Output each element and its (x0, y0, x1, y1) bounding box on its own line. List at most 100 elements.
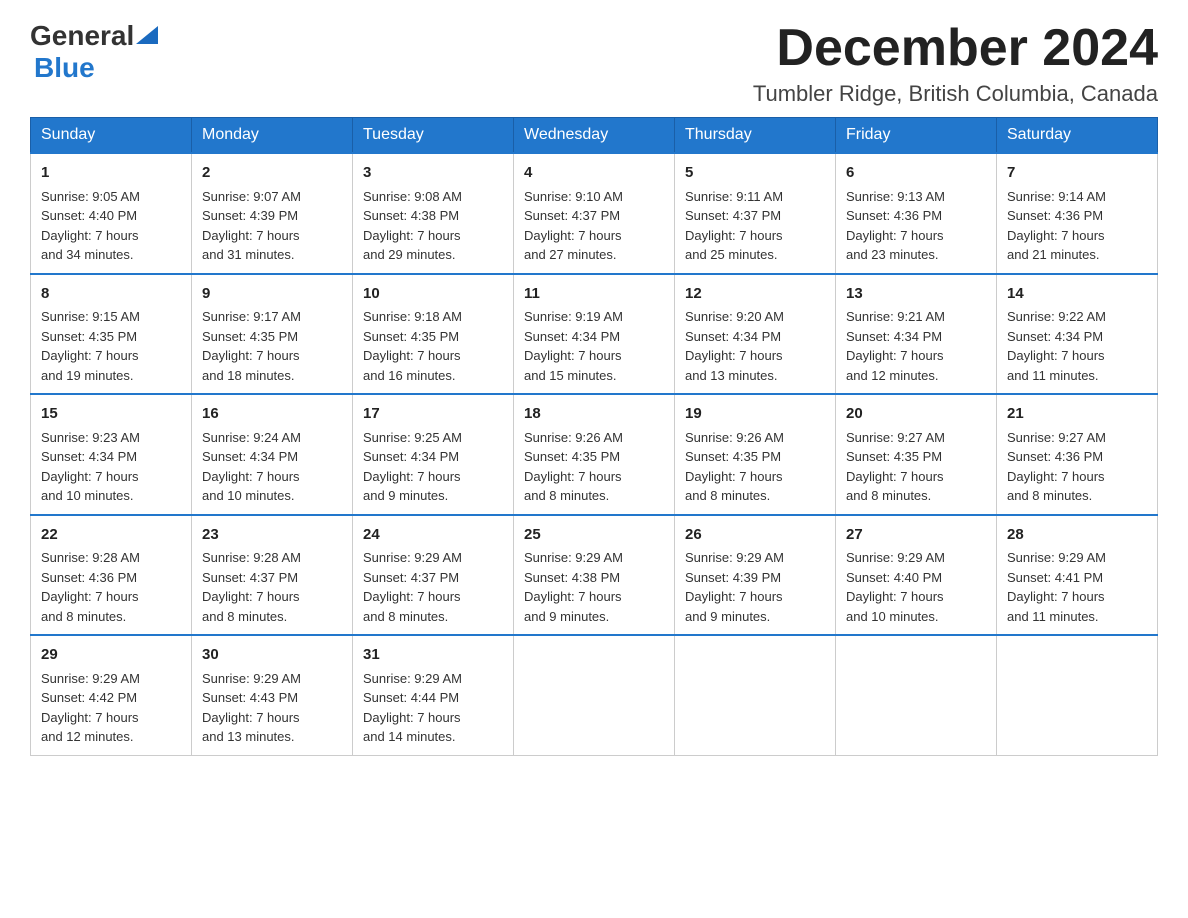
calendar-week-row: 8 Sunrise: 9:15 AMSunset: 4:35 PMDaylight… (31, 274, 1158, 395)
calendar-cell: 18 Sunrise: 9:26 AMSunset: 4:35 PMDayligh… (514, 394, 675, 515)
day-number: 14 (1007, 283, 1147, 306)
calendar-cell: 14Sunrise: 9:22 AMSunset: 4:34 PMDayligh… (997, 274, 1158, 395)
sunrise-info: Sunrise: 9:19 AMSunset: 4:34 PMDaylight:… (524, 309, 623, 383)
day-number: 20 (846, 403, 986, 426)
sunrise-info: Sunrise: 9:29 AMSunset: 4:44 PMDaylight:… (363, 671, 462, 745)
calendar-cell: 25Sunrise: 9:29 AMSunset: 4:38 PMDayligh… (514, 515, 675, 636)
calendar-week-row: 15 Sunrise: 9:23 AMSunset: 4:34 PMDayligh… (31, 394, 1158, 515)
day-number: 11 (524, 283, 664, 306)
day-number: 4 (524, 162, 664, 185)
day-number: 18 (524, 403, 664, 426)
calendar-cell: 16 Sunrise: 9:24 AMSunset: 4:34 PMDayligh… (192, 394, 353, 515)
day-number: 26 (685, 524, 825, 547)
day-number: 7 (1007, 162, 1147, 185)
calendar-cell: 23 Sunrise: 9:28 AMSunset: 4:37 PMDayligh… (192, 515, 353, 636)
calendar-cell: 7 Sunrise: 9:14 AMSunset: 4:36 PMDaylight… (997, 153, 1158, 274)
logo: General Blue (30, 20, 158, 84)
calendar-cell: 2 Sunrise: 9:07 AMSunset: 4:39 PMDaylight… (192, 153, 353, 274)
day-number: 3 (363, 162, 503, 185)
calendar-cell: 29Sunrise: 9:29 AMSunset: 4:42 PMDayligh… (31, 635, 192, 755)
sunrise-info: Sunrise: 9:24 AMSunset: 4:34 PMDaylight:… (202, 430, 301, 504)
title-section: December 2024 Tumbler Ridge, British Col… (753, 20, 1158, 107)
sunrise-info: Sunrise: 9:07 AMSunset: 4:39 PMDaylight:… (202, 189, 301, 263)
calendar-cell: 19 Sunrise: 9:26 AMSunset: 4:35 PMDayligh… (675, 394, 836, 515)
weekday-header-tuesday: Tuesday (353, 118, 514, 154)
day-number: 28 (1007, 524, 1147, 547)
day-number: 27 (846, 524, 986, 547)
weekday-header-thursday: Thursday (675, 118, 836, 154)
sunrise-info: Sunrise: 9:29 AMSunset: 4:38 PMDaylight:… (524, 550, 623, 624)
calendar-cell: 21 Sunrise: 9:27 AMSunset: 4:36 PMDayligh… (997, 394, 1158, 515)
calendar-cell: 31 Sunrise: 9:29 AMSunset: 4:44 PMDayligh… (353, 635, 514, 755)
calendar-cell: 12 Sunrise: 9:20 AMSunset: 4:34 PMDayligh… (675, 274, 836, 395)
sunrise-info: Sunrise: 9:28 AMSunset: 4:36 PMDaylight:… (41, 550, 140, 624)
day-number: 2 (202, 162, 342, 185)
calendar-cell: 1 Sunrise: 9:05 AMSunset: 4:40 PMDaylight… (31, 153, 192, 274)
day-number: 1 (41, 162, 181, 185)
logo-blue-text: Blue (34, 52, 95, 84)
sunrise-info: Sunrise: 9:05 AMSunset: 4:40 PMDaylight:… (41, 189, 140, 263)
sunrise-info: Sunrise: 9:29 AMSunset: 4:39 PMDaylight:… (685, 550, 784, 624)
sunrise-info: Sunrise: 9:29 AMSunset: 4:41 PMDaylight:… (1007, 550, 1106, 624)
day-number: 5 (685, 162, 825, 185)
calendar-cell: 17Sunrise: 9:25 AMSunset: 4:34 PMDayligh… (353, 394, 514, 515)
calendar-cell: 26 Sunrise: 9:29 AMSunset: 4:39 PMDayligh… (675, 515, 836, 636)
calendar-cell: 15 Sunrise: 9:23 AMSunset: 4:34 PMDayligh… (31, 394, 192, 515)
sunrise-info: Sunrise: 9:18 AMSunset: 4:35 PMDaylight:… (363, 309, 462, 383)
calendar-cell: 4 Sunrise: 9:10 AMSunset: 4:37 PMDaylight… (514, 153, 675, 274)
weekday-header-wednesday: Wednesday (514, 118, 675, 154)
sunrise-info: Sunrise: 9:17 AMSunset: 4:35 PMDaylight:… (202, 309, 301, 383)
calendar-week-row: 22 Sunrise: 9:28 AMSunset: 4:36 PMDayligh… (31, 515, 1158, 636)
calendar-cell: 10 Sunrise: 9:18 AMSunset: 4:35 PMDayligh… (353, 274, 514, 395)
day-number: 16 (202, 403, 342, 426)
sunrise-info: Sunrise: 9:27 AMSunset: 4:35 PMDaylight:… (846, 430, 945, 504)
day-number: 10 (363, 283, 503, 306)
calendar-cell: 28 Sunrise: 9:29 AMSunset: 4:41 PMDayligh… (997, 515, 1158, 636)
calendar-cell: 5 Sunrise: 9:11 AMSunset: 4:37 PMDaylight… (675, 153, 836, 274)
day-number: 15 (41, 403, 181, 426)
calendar-week-row: 1 Sunrise: 9:05 AMSunset: 4:40 PMDaylight… (31, 153, 1158, 274)
calendar-cell (997, 635, 1158, 755)
page-header: General Blue December 2024 Tumbler Ridge… (30, 20, 1158, 107)
day-number: 24 (363, 524, 503, 547)
sunrise-info: Sunrise: 9:20 AMSunset: 4:34 PMDaylight:… (685, 309, 784, 383)
calendar-week-row: 29Sunrise: 9:29 AMSunset: 4:42 PMDayligh… (31, 635, 1158, 755)
sunrise-info: Sunrise: 9:15 AMSunset: 4:35 PMDaylight:… (41, 309, 140, 383)
weekday-header-monday: Monday (192, 118, 353, 154)
day-number: 19 (685, 403, 825, 426)
sunrise-info: Sunrise: 9:26 AMSunset: 4:35 PMDaylight:… (524, 430, 623, 504)
sunrise-info: Sunrise: 9:27 AMSunset: 4:36 PMDaylight:… (1007, 430, 1106, 504)
sunrise-info: Sunrise: 9:26 AMSunset: 4:35 PMDaylight:… (685, 430, 784, 504)
calendar-cell: 22 Sunrise: 9:28 AMSunset: 4:36 PMDayligh… (31, 515, 192, 636)
sunrise-info: Sunrise: 9:28 AMSunset: 4:37 PMDaylight:… (202, 550, 301, 624)
sunrise-info: Sunrise: 9:23 AMSunset: 4:34 PMDaylight:… (41, 430, 140, 504)
sunrise-info: Sunrise: 9:11 AMSunset: 4:37 PMDaylight:… (685, 189, 783, 263)
location-subtitle: Tumbler Ridge, British Columbia, Canada (753, 81, 1158, 107)
sunrise-info: Sunrise: 9:14 AMSunset: 4:36 PMDaylight:… (1007, 189, 1106, 263)
day-number: 13 (846, 283, 986, 306)
calendar-cell: 11 Sunrise: 9:19 AMSunset: 4:34 PMDayligh… (514, 274, 675, 395)
day-number: 8 (41, 283, 181, 306)
day-number: 17 (363, 403, 503, 426)
calendar-cell: 13Sunrise: 9:21 AMSunset: 4:34 PMDayligh… (836, 274, 997, 395)
weekday-header-saturday: Saturday (997, 118, 1158, 154)
day-number: 23 (202, 524, 342, 547)
weekday-header-sunday: Sunday (31, 118, 192, 154)
day-number: 12 (685, 283, 825, 306)
sunrise-info: Sunrise: 9:29 AMSunset: 4:37 PMDaylight:… (363, 550, 462, 624)
day-number: 29 (41, 644, 181, 667)
day-number: 22 (41, 524, 181, 547)
calendar-cell: 24 Sunrise: 9:29 AMSunset: 4:37 PMDayligh… (353, 515, 514, 636)
day-number: 21 (1007, 403, 1147, 426)
sunrise-info: Sunrise: 9:08 AMSunset: 4:38 PMDaylight:… (363, 189, 462, 263)
weekday-header-friday: Friday (836, 118, 997, 154)
calendar-cell: 9Sunrise: 9:17 AMSunset: 4:35 PMDaylight… (192, 274, 353, 395)
logo-triangle-icon (136, 26, 158, 44)
sunrise-info: Sunrise: 9:29 AMSunset: 4:43 PMDaylight:… (202, 671, 301, 745)
calendar-cell: 30Sunrise: 9:29 AMSunset: 4:43 PMDayligh… (192, 635, 353, 755)
calendar-table: SundayMondayTuesdayWednesdayThursdayFrid… (30, 117, 1158, 756)
calendar-cell (675, 635, 836, 755)
day-number: 31 (363, 644, 503, 667)
sunrise-info: Sunrise: 9:29 AMSunset: 4:40 PMDaylight:… (846, 550, 945, 624)
sunrise-info: Sunrise: 9:10 AMSunset: 4:37 PMDaylight:… (524, 189, 623, 263)
